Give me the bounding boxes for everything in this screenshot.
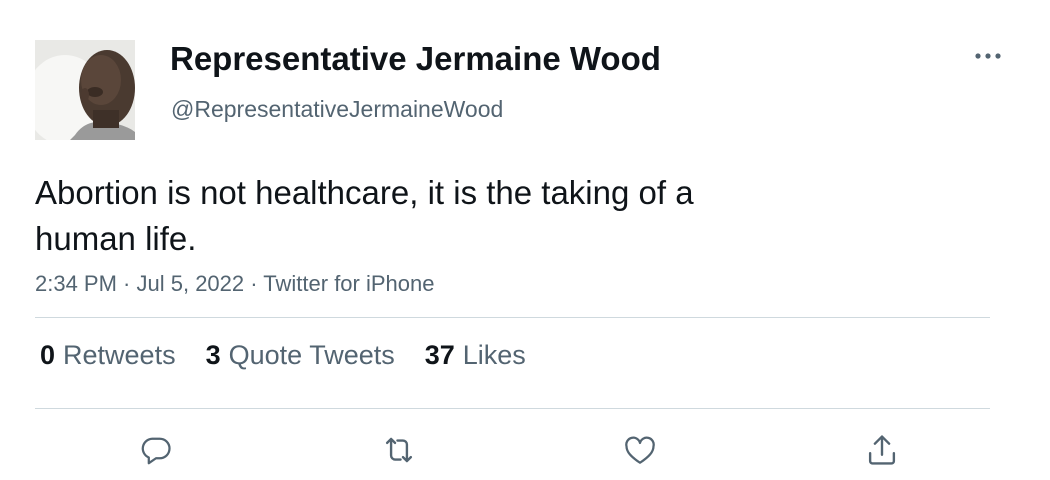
- likes-label: Likes: [462, 340, 526, 370]
- divider: [35, 317, 990, 318]
- author-display-name[interactable]: Representative Jermaine Wood: [170, 40, 661, 78]
- likes-count: 37: [424, 340, 455, 370]
- tweet-date[interactable]: Jul 5, 2022: [137, 271, 245, 296]
- share-icon: [868, 435, 896, 465]
- like-button[interactable]: [618, 428, 662, 472]
- retweets-stat[interactable]: 0 Retweets: [40, 340, 176, 371]
- more-options-button[interactable]: [970, 38, 1006, 74]
- reply-icon: [141, 437, 171, 465]
- quote-tweets-stat[interactable]: 3 Quote Tweets: [206, 340, 395, 371]
- like-icon: [625, 436, 655, 464]
- tweet-text: Abortion is not healthcare, it is the ta…: [35, 170, 775, 262]
- tweet-text-line: Abortion is not healthcare, it is the ta…: [35, 174, 694, 211]
- meta-separator: ·: [244, 271, 264, 296]
- action-bar: [0, 428, 1050, 472]
- retweets-count: 0: [40, 340, 56, 370]
- engagement-stats: 0 Retweets 3 Quote Tweets 37 Likes: [40, 340, 526, 371]
- tweet-source[interactable]: Twitter for iPhone: [263, 271, 434, 296]
- quote-tweets-label: Quote Tweets: [228, 340, 395, 370]
- retweet-icon: [385, 437, 413, 463]
- tweet-text-line: human life.: [35, 220, 197, 257]
- divider: [35, 408, 990, 409]
- likes-stat[interactable]: 37 Likes: [425, 340, 526, 371]
- avatar-photo: [35, 40, 135, 140]
- retweet-button[interactable]: [377, 428, 421, 472]
- share-button[interactable]: [860, 428, 904, 472]
- author-handle[interactable]: @RepresentativeJermaineWood: [171, 96, 503, 123]
- meta-separator: ·: [116, 271, 137, 296]
- avatar[interactable]: [35, 40, 135, 140]
- tweet-meta: 2:34 PM · Jul 5, 2022 · Twitter for iPho…: [35, 271, 434, 297]
- reply-button[interactable]: [134, 428, 178, 472]
- quote-tweets-count: 3: [205, 340, 221, 370]
- tweet-time[interactable]: 2:34 PM: [35, 271, 117, 296]
- more-icon: [975, 53, 1001, 59]
- retweets-label: Retweets: [63, 340, 176, 370]
